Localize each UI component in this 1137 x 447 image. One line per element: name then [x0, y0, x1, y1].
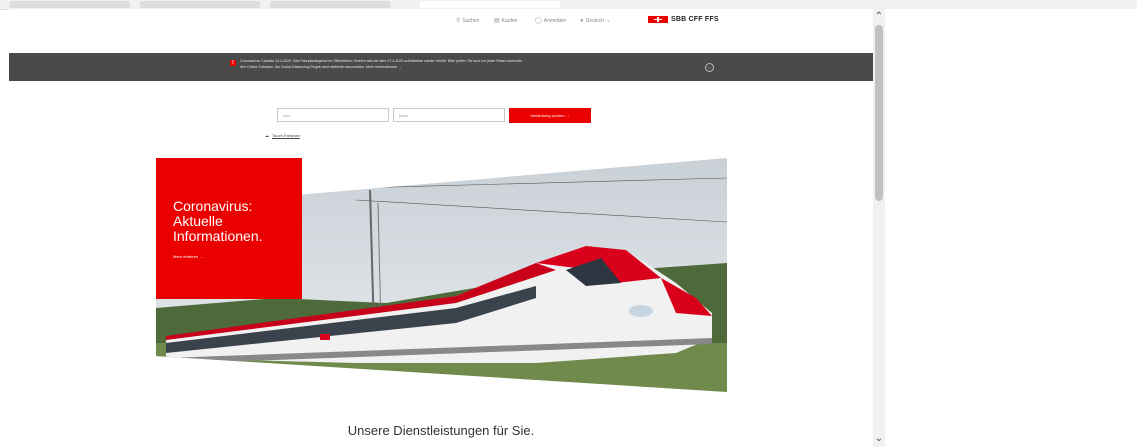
search-connection-button[interactable]: Verbindung suchen →: [509, 108, 591, 123]
brand-name: SBB CFF FFS: [671, 16, 719, 23]
globe-icon: ●: [580, 17, 584, 24]
scroll-up-icon[interactable]: ⌃: [873, 11, 885, 23]
scrollbar-thumb[interactable]: [875, 25, 883, 201]
buy-label: Kaufen: [501, 17, 518, 24]
close-icon[interactable]: ×: [705, 63, 714, 72]
site-header: ⚲ Suchen ▤ Kaufen ◯ Anmelden ● Deutsch ⌄…: [9, 9, 873, 53]
touch-timetable-label: Touch-Fahrplan: [272, 133, 300, 138]
blank-area: [885, 9, 1137, 447]
to-placeholder: Nach: [399, 113, 409, 118]
user-icon: ◯: [535, 18, 542, 24]
web-page: ⚲ Suchen ▤ Kaufen ◯ Anmelden ● Deutsch ⌄…: [9, 9, 873, 447]
services-heading: Unsere Dienstleistungen für Sie.: [347, 423, 535, 438]
login-label: Anmelden: [543, 17, 567, 24]
search-button-label: Verbindung suchen: [530, 113, 565, 118]
to-field[interactable]: Nach: [393, 108, 505, 122]
corona-teaser-title: Coronavirus: Aktuelle Informationen.: [173, 198, 263, 244]
search-link[interactable]: ⚲ Suchen: [456, 17, 480, 25]
corona-banner: ! Coronavirus / Update 24.4.2020: Das Fa…: [9, 53, 873, 81]
banner-line-2[interactable]: den Online-Fahrplan. Die Social-Distanci…: [240, 65, 660, 71]
alert-icon: !: [230, 60, 236, 66]
buy-link[interactable]: ▤ Kaufen: [494, 17, 518, 25]
browser-tab[interactable]: [10, 1, 130, 8]
language-label: Deutsch: [585, 17, 604, 24]
scroll-down-icon[interactable]: ⌄: [873, 433, 885, 445]
touch-timetable-link[interactable]: ☁ Touch-Fahrplan: [265, 133, 300, 138]
login-link[interactable]: ◯ Anmelden: [535, 17, 567, 25]
from-field[interactable]: Von: [277, 108, 389, 122]
browser-tab-active[interactable]: [420, 1, 560, 8]
sbb-logo[interactable]: SBB CFF FFS: [648, 16, 719, 23]
cart-icon: ▤: [494, 18, 500, 24]
sbb-logo-mark: [648, 16, 668, 23]
browser-tab[interactable]: [140, 1, 260, 8]
corona-teaser-link[interactable]: Mehr erfahren →: [173, 254, 203, 259]
cloud-icon: ☁: [265, 133, 269, 138]
page-scrollbar[interactable]: ⌃ ⌄: [873, 9, 885, 447]
from-placeholder: Von: [283, 113, 290, 118]
language-selector[interactable]: ● Deutsch ⌄: [580, 17, 611, 25]
browser-tab[interactable]: [270, 1, 390, 8]
banner-text: Coronavirus / Update 24.4.2020: Das Fahr…: [240, 59, 660, 70]
search-label: Suchen: [462, 17, 480, 24]
corona-teaser-link-label: Mehr erfahren: [173, 254, 199, 259]
chevron-down-icon: ⌄: [605, 18, 611, 24]
search-icon: ⚲: [456, 18, 461, 24]
